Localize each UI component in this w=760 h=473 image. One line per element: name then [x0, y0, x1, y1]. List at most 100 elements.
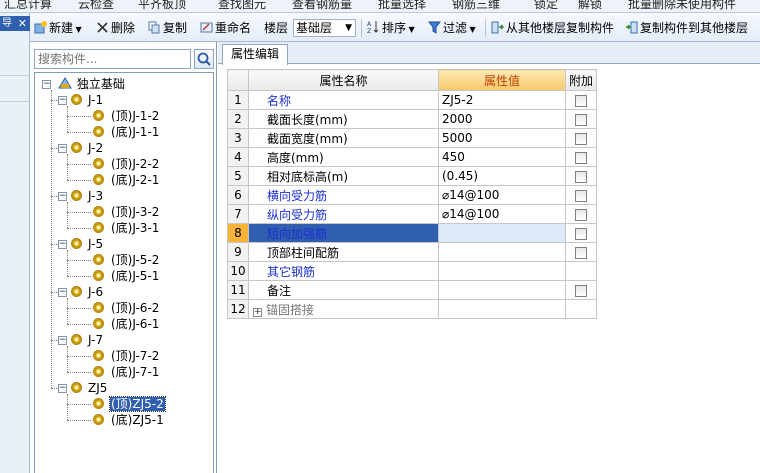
extra-checkbox[interactable] [575, 113, 587, 126]
copy-to-floor-button[interactable]: 复制构件到其他楼层 [625, 20, 748, 36]
copy-from-floor-button[interactable]: 从其他楼层复制构件 [491, 20, 614, 36]
search-button[interactable] [194, 49, 214, 69]
floor-select[interactable]: 基础层 ▼ [293, 19, 356, 37]
collapse-toggle-icon[interactable]: − [58, 96, 67, 105]
tree-group-ZJ5[interactable]: ZJ5 [71, 380, 107, 396]
property-value-cell[interactable] [438, 242, 566, 262]
tree-item-(底)J-2-1[interactable]: (底)J-2-1 [93, 172, 160, 188]
tree-group-J-1[interactable]: J-1 [71, 92, 103, 108]
property-value-cell[interactable]: 450 [438, 147, 566, 167]
unlock-button[interactable]: 解锁 [578, 0, 602, 12]
rebar-3d-button[interactable]: 钢筋三维 [452, 0, 500, 12]
tree-group-J-3[interactable]: J-3 [71, 188, 103, 204]
extra-cell[interactable] [564, 280, 598, 300]
extra-cell[interactable] [564, 128, 598, 148]
extra-checkbox[interactable] [575, 132, 587, 145]
property-row[interactable]: 3 截面宽度(mm) 5000 [227, 128, 598, 148]
property-row[interactable]: 12 + 锚固搭接 [227, 299, 598, 319]
collapse-toggle-icon[interactable]: − [42, 80, 51, 89]
navigator-tab[interactable]: 导 ✕ [0, 16, 30, 31]
rename-button[interactable]: 重命名 [200, 20, 251, 36]
property-value-cell[interactable]: ZJ5-2 [438, 90, 566, 110]
tree-item-(顶)ZJ5-2[interactable]: (顶)ZJ5-2 [93, 396, 166, 412]
collapse-toggle-icon[interactable]: − [58, 240, 67, 249]
extra-checkbox[interactable] [575, 94, 587, 107]
property-row[interactable]: 8 短向加强筋 [227, 223, 598, 243]
extra-checkbox[interactable] [575, 208, 587, 221]
tree-item-(顶)J-5-2[interactable]: (顶)J-5-2 [93, 252, 160, 268]
collapse-toggle-icon[interactable]: − [58, 384, 67, 393]
tab-property-edit[interactable]: 属性编辑 [222, 44, 288, 65]
property-value-cell[interactable] [438, 280, 566, 300]
property-row[interactable]: 2 截面长度(mm) 2000 [227, 109, 598, 129]
extra-checkbox[interactable] [575, 227, 587, 240]
property-value-cell[interactable] [438, 261, 566, 281]
collapse-toggle-icon[interactable]: − [58, 192, 67, 201]
tree-group-J-7[interactable]: J-7 [71, 332, 103, 348]
close-icon[interactable]: ✕ [18, 16, 27, 31]
tree-group-J-2[interactable]: J-2 [71, 140, 103, 156]
tree-item-(底)J-1-1[interactable]: (底)J-1-1 [93, 124, 160, 140]
search-input[interactable] [34, 49, 191, 69]
extra-cell[interactable] [564, 166, 598, 186]
property-row[interactable]: 5 相对底标高(m) (0.45) [227, 166, 598, 186]
new-button[interactable]: 新建 ▼ [34, 20, 82, 36]
extra-checkbox[interactable] [575, 246, 587, 259]
property-row[interactable]: 11 备注 [227, 280, 598, 300]
copy-button[interactable]: 复制 [148, 20, 187, 36]
extra-cell[interactable] [564, 204, 598, 224]
extra-cell[interactable] [564, 147, 598, 167]
collapse-toggle-icon[interactable]: − [58, 144, 67, 153]
tree-root[interactable]: 独立基础 [57, 76, 125, 92]
property-value-cell[interactable]: 2000 [438, 109, 566, 129]
property-row[interactable]: 1 名称 ZJ5-2 [227, 90, 598, 110]
extra-checkbox[interactable] [575, 170, 587, 183]
property-value-cell[interactable] [438, 223, 566, 243]
tree-item-(底)J-6-1[interactable]: (底)J-6-1 [93, 316, 160, 332]
tree-item-(顶)J-1-2[interactable]: (顶)J-1-2 [93, 108, 160, 124]
property-value-cell[interactable]: 5000 [438, 128, 566, 148]
find-element-button[interactable]: 查找图元 [218, 0, 266, 12]
tree-item-(底)J-7-1[interactable]: (底)J-7-1 [93, 364, 160, 380]
summary-calc-button[interactable]: 汇总计算 [4, 0, 52, 12]
tree-item-(顶)J-6-2[interactable]: (顶)J-6-2 [93, 300, 160, 316]
tree-group-J-5[interactable]: J-5 [71, 236, 103, 252]
lock-button[interactable]: 锁定 [534, 0, 558, 12]
tree-item-(顶)J-2-2[interactable]: (顶)J-2-2 [93, 156, 160, 172]
batch-delete-unused-button[interactable]: 批量删除未使用构件 [628, 0, 736, 12]
property-value-cell[interactable]: (0.45) [438, 166, 566, 186]
sort-button[interactable]: A Z 排序 ▼ [367, 20, 415, 36]
collapse-toggle-icon[interactable]: − [58, 288, 67, 297]
tree-item-(底)ZJ5-1[interactable]: (底)ZJ5-1 [93, 412, 165, 428]
extra-checkbox[interactable] [575, 151, 587, 164]
collapse-toggle-icon[interactable]: − [58, 336, 67, 345]
extra-cell[interactable] [564, 109, 598, 129]
extra-cell[interactable] [564, 242, 598, 262]
tree-group-J-6[interactable]: J-6 [71, 284, 103, 300]
property-row[interactable]: 10 其它钢筋 [227, 261, 598, 281]
view-rebar-button[interactable]: 查看钢筋量 [292, 0, 352, 12]
tree-item-(底)J-5-1[interactable]: (底)J-5-1 [93, 268, 160, 284]
cloud-check-button[interactable]: 云检查 [78, 0, 114, 12]
batch-select-button[interactable]: 批量选择 [378, 0, 426, 12]
property-value-cell[interactable] [438, 299, 566, 319]
filter-button[interactable]: 过滤 ▼ [427, 20, 476, 36]
tree-item-(顶)J-7-2[interactable]: (顶)J-7-2 [93, 348, 160, 364]
extra-cell[interactable] [564, 223, 598, 243]
property-row[interactable]: 4 高度(mm) 450 [227, 147, 598, 167]
property-row[interactable]: 9 顶部柱间配筋 [227, 242, 598, 262]
property-row[interactable]: 6 横向受力筋 ⌀14@100 [227, 185, 598, 205]
extra-checkbox[interactable] [575, 284, 587, 297]
extra-checkbox[interactable] [575, 189, 587, 202]
expand-plus-icon[interactable]: + [253, 307, 262, 317]
align-top-button[interactable]: 平齐板顶 [138, 0, 186, 12]
delete-button[interactable]: 删除 [96, 20, 135, 36]
tree-item-(底)J-3-1[interactable]: (底)J-3-1 [93, 220, 160, 236]
tree-connector [67, 372, 91, 373]
property-row[interactable]: 7 纵向受力筋 ⌀14@100 [227, 204, 598, 224]
extra-cell[interactable] [564, 185, 598, 205]
tree-item-(顶)J-3-2[interactable]: (顶)J-3-2 [93, 204, 160, 220]
extra-cell[interactable] [564, 90, 598, 110]
property-value-cell[interactable]: ⌀14@100 [438, 185, 566, 205]
property-value-cell[interactable]: ⌀14@100 [438, 204, 566, 224]
